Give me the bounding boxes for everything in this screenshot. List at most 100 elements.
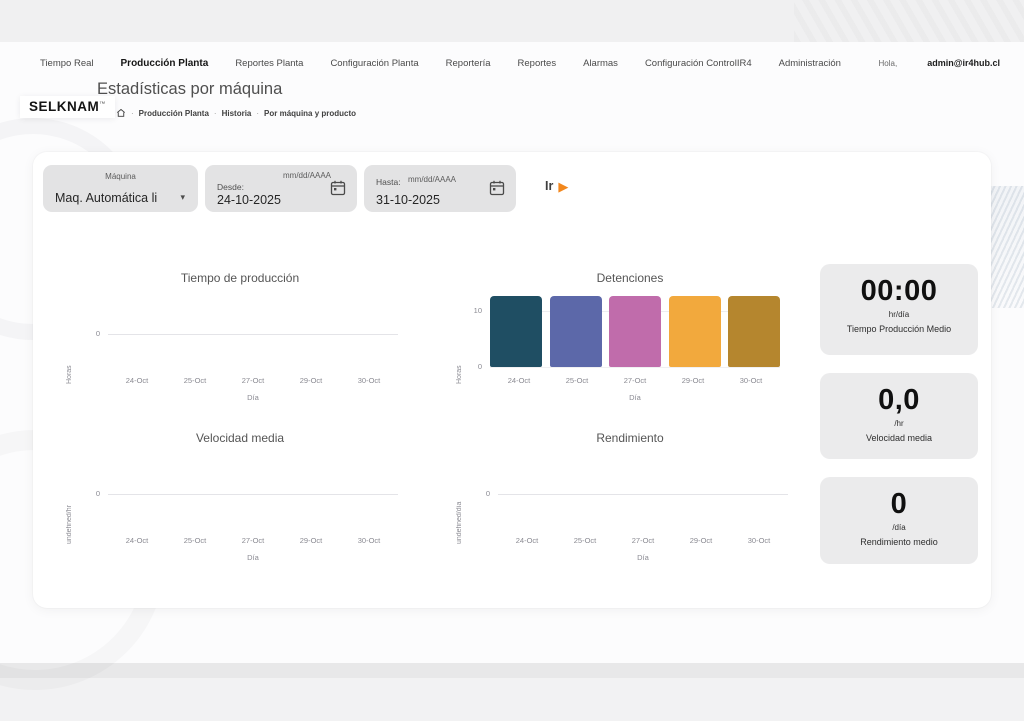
x-axis-label: Día (247, 553, 259, 562)
nav-configuracion-controlir4[interactable]: Configuración ControlIR4 (645, 58, 752, 69)
kpi-tiempo-produccion-medio: 00:00 hr/día Tiempo Producción Medio (820, 264, 978, 355)
chevron-down-icon: ▾ (180, 192, 185, 202)
home-icon[interactable] (116, 108, 126, 118)
x-tick: 24-Oct (125, 376, 149, 385)
footer-gray-strip (0, 663, 1024, 678)
calendar-icon[interactable] (329, 179, 347, 197)
y-tick: 0 (485, 488, 490, 498)
date-to-label: Hasta: (376, 177, 401, 187)
x-axis-label: Día (247, 393, 259, 402)
play-icon: ▶ (558, 178, 569, 194)
nav-tiempo-real[interactable]: Tiempo Real (40, 58, 94, 69)
y-tick: 0 (95, 328, 100, 338)
calendar-icon[interactable] (488, 179, 506, 197)
date-to-placeholder: mm/dd/AAAA (408, 175, 457, 184)
x-tick: 27-Oct (241, 536, 265, 545)
filter-bar: Máquina Maq. Automática li ▾ mm/dd/AAAA … (43, 165, 516, 212)
x-tick: 25-Oct (573, 536, 597, 545)
x-axis-ticks: 24-Oct 25-Oct 27-Oct 29-Oct 30-Oct (498, 536, 788, 545)
breadcrumb-historia[interactable]: Historia (222, 109, 252, 118)
x-tick: 25-Oct (565, 376, 589, 385)
nav-reportes[interactable]: Reportes (518, 58, 557, 69)
x-tick: 27-Oct (241, 376, 265, 385)
chart-rendimiento: Rendimiento undefined/día 0 24-Oct 25-Oc… (450, 424, 810, 574)
x-tick: 27-Oct (623, 376, 647, 385)
chart-title: Tiempo de producción (180, 271, 300, 285)
footer-background (0, 678, 1024, 721)
x-axis-ticks: 24-Oct 25-Oct 27-Oct 29-Oct 30-Oct (108, 376, 398, 385)
y-tick: 0 (477, 362, 482, 371)
nav-produccion-planta[interactable]: Producción Planta (121, 58, 209, 69)
decorative-lines (794, 0, 1024, 42)
x-axis-ticks: 24-Oct 25-Oct 27-Oct 29-Oct 30-Oct (490, 376, 780, 385)
bar-25-oct (549, 296, 602, 367)
bar-29-oct (668, 296, 721, 367)
bar-27-oct (609, 296, 661, 367)
nav-reportes-planta[interactable]: Reportes Planta (235, 58, 303, 69)
kpi-value: 0,0 (878, 384, 920, 416)
logo-text: SELKNAM (29, 99, 100, 114)
kpi-rendimiento-medio: 0 /día Rendimiento medio (820, 477, 978, 564)
x-tick: 29-Oct (681, 376, 705, 385)
date-from-value: 24-10-2025 (217, 193, 281, 207)
decorative-texture (988, 186, 1024, 308)
x-tick: 30-Oct (747, 536, 771, 545)
date-from-placeholder: mm/dd/AAAA (283, 171, 332, 180)
breadcrumb-separator: · (213, 108, 217, 118)
x-axis-label: Día (637, 553, 649, 562)
machine-select-label: Máquina (105, 172, 136, 181)
x-tick: 29-Oct (299, 536, 323, 545)
y-axis-label: undefined/día (456, 501, 463, 544)
x-tick: 30-Oct (357, 536, 381, 545)
breadcrumb-produccion-planta[interactable]: Producción Planta (139, 109, 209, 118)
kpi-unit: /día (892, 523, 906, 533)
kpi-value: 0 (890, 488, 908, 520)
x-axis-label: Día (629, 393, 641, 402)
y-tick: 10 (473, 306, 482, 315)
nav-reporteria[interactable]: Reportería (446, 58, 491, 69)
logo-trademark: ™ (99, 101, 106, 108)
go-button-label: Ir (545, 179, 554, 193)
date-to-field[interactable]: Hasta: mm/dd/AAAA 31-10-2025 (364, 165, 516, 212)
x-tick: 24-Oct (125, 536, 149, 545)
x-tick: 25-Oct (183, 376, 207, 385)
selknam-logo[interactable]: SELKNAM™ (20, 96, 115, 118)
nav-administracion[interactable]: Administración (779, 58, 841, 69)
breadcrumb-por-maquina-y-producto[interactable]: Por máquina y producto (264, 109, 356, 118)
machine-select[interactable]: Máquina Maq. Automática li ▾ (43, 165, 198, 212)
y-axis-label: Horas (66, 365, 73, 384)
kpi-velocidad-media: 0,0 /hr Velocidad media (820, 373, 978, 459)
y-tick: 0 (95, 488, 100, 498)
kpi-column: 00:00 hr/día Tiempo Producción Medio 0,0… (820, 264, 978, 564)
x-tick: 24-Oct (515, 536, 539, 545)
machine-select-value: Maq. Automática li (55, 191, 158, 205)
bar-24-oct (490, 296, 542, 367)
nav-configuracion-planta[interactable]: Configuración Planta (330, 58, 418, 69)
user-email[interactable]: admin@ir4hub.cl (927, 58, 1000, 68)
x-tick: 25-Oct (183, 536, 207, 545)
bar-plot-area (490, 288, 780, 368)
date-to-value: 31-10-2025 (376, 193, 440, 207)
nav-alarmas[interactable]: Alarmas (583, 58, 618, 69)
breadcrumb-separator: · (256, 108, 260, 118)
y-axis-label: Horas (456, 365, 463, 384)
go-button[interactable]: Ir ▶ (545, 179, 568, 193)
x-tick: 27-Oct (631, 536, 655, 545)
x-tick: 30-Oct (739, 376, 763, 385)
kpi-label: Tiempo Producción Medio (846, 324, 952, 335)
bar-30-oct (728, 296, 780, 367)
kpi-label: Rendimiento medio (860, 537, 938, 548)
top-navigation: Tiempo Real Producción Planta Reportes P… (0, 52, 1024, 74)
kpi-label: Velocidad media (865, 433, 933, 444)
x-axis-ticks: 24-Oct 25-Oct 27-Oct 29-Oct 30-Oct (108, 536, 398, 545)
zero-axis-line (108, 334, 398, 335)
kpi-unit: hr/día (888, 310, 910, 320)
chart-title: Detenciones (596, 271, 664, 285)
kpi-value: 00:00 (860, 275, 938, 307)
zero-axis-line (498, 494, 788, 495)
breadcrumb-separator: · (131, 108, 134, 118)
date-from-field[interactable]: mm/dd/AAAA Desde: 24-10-2025 (205, 165, 357, 212)
date-from-label: Desde: (217, 182, 244, 192)
y-axis-label: undefined/hr (66, 505, 73, 544)
kpi-unit: /hr (894, 419, 904, 429)
